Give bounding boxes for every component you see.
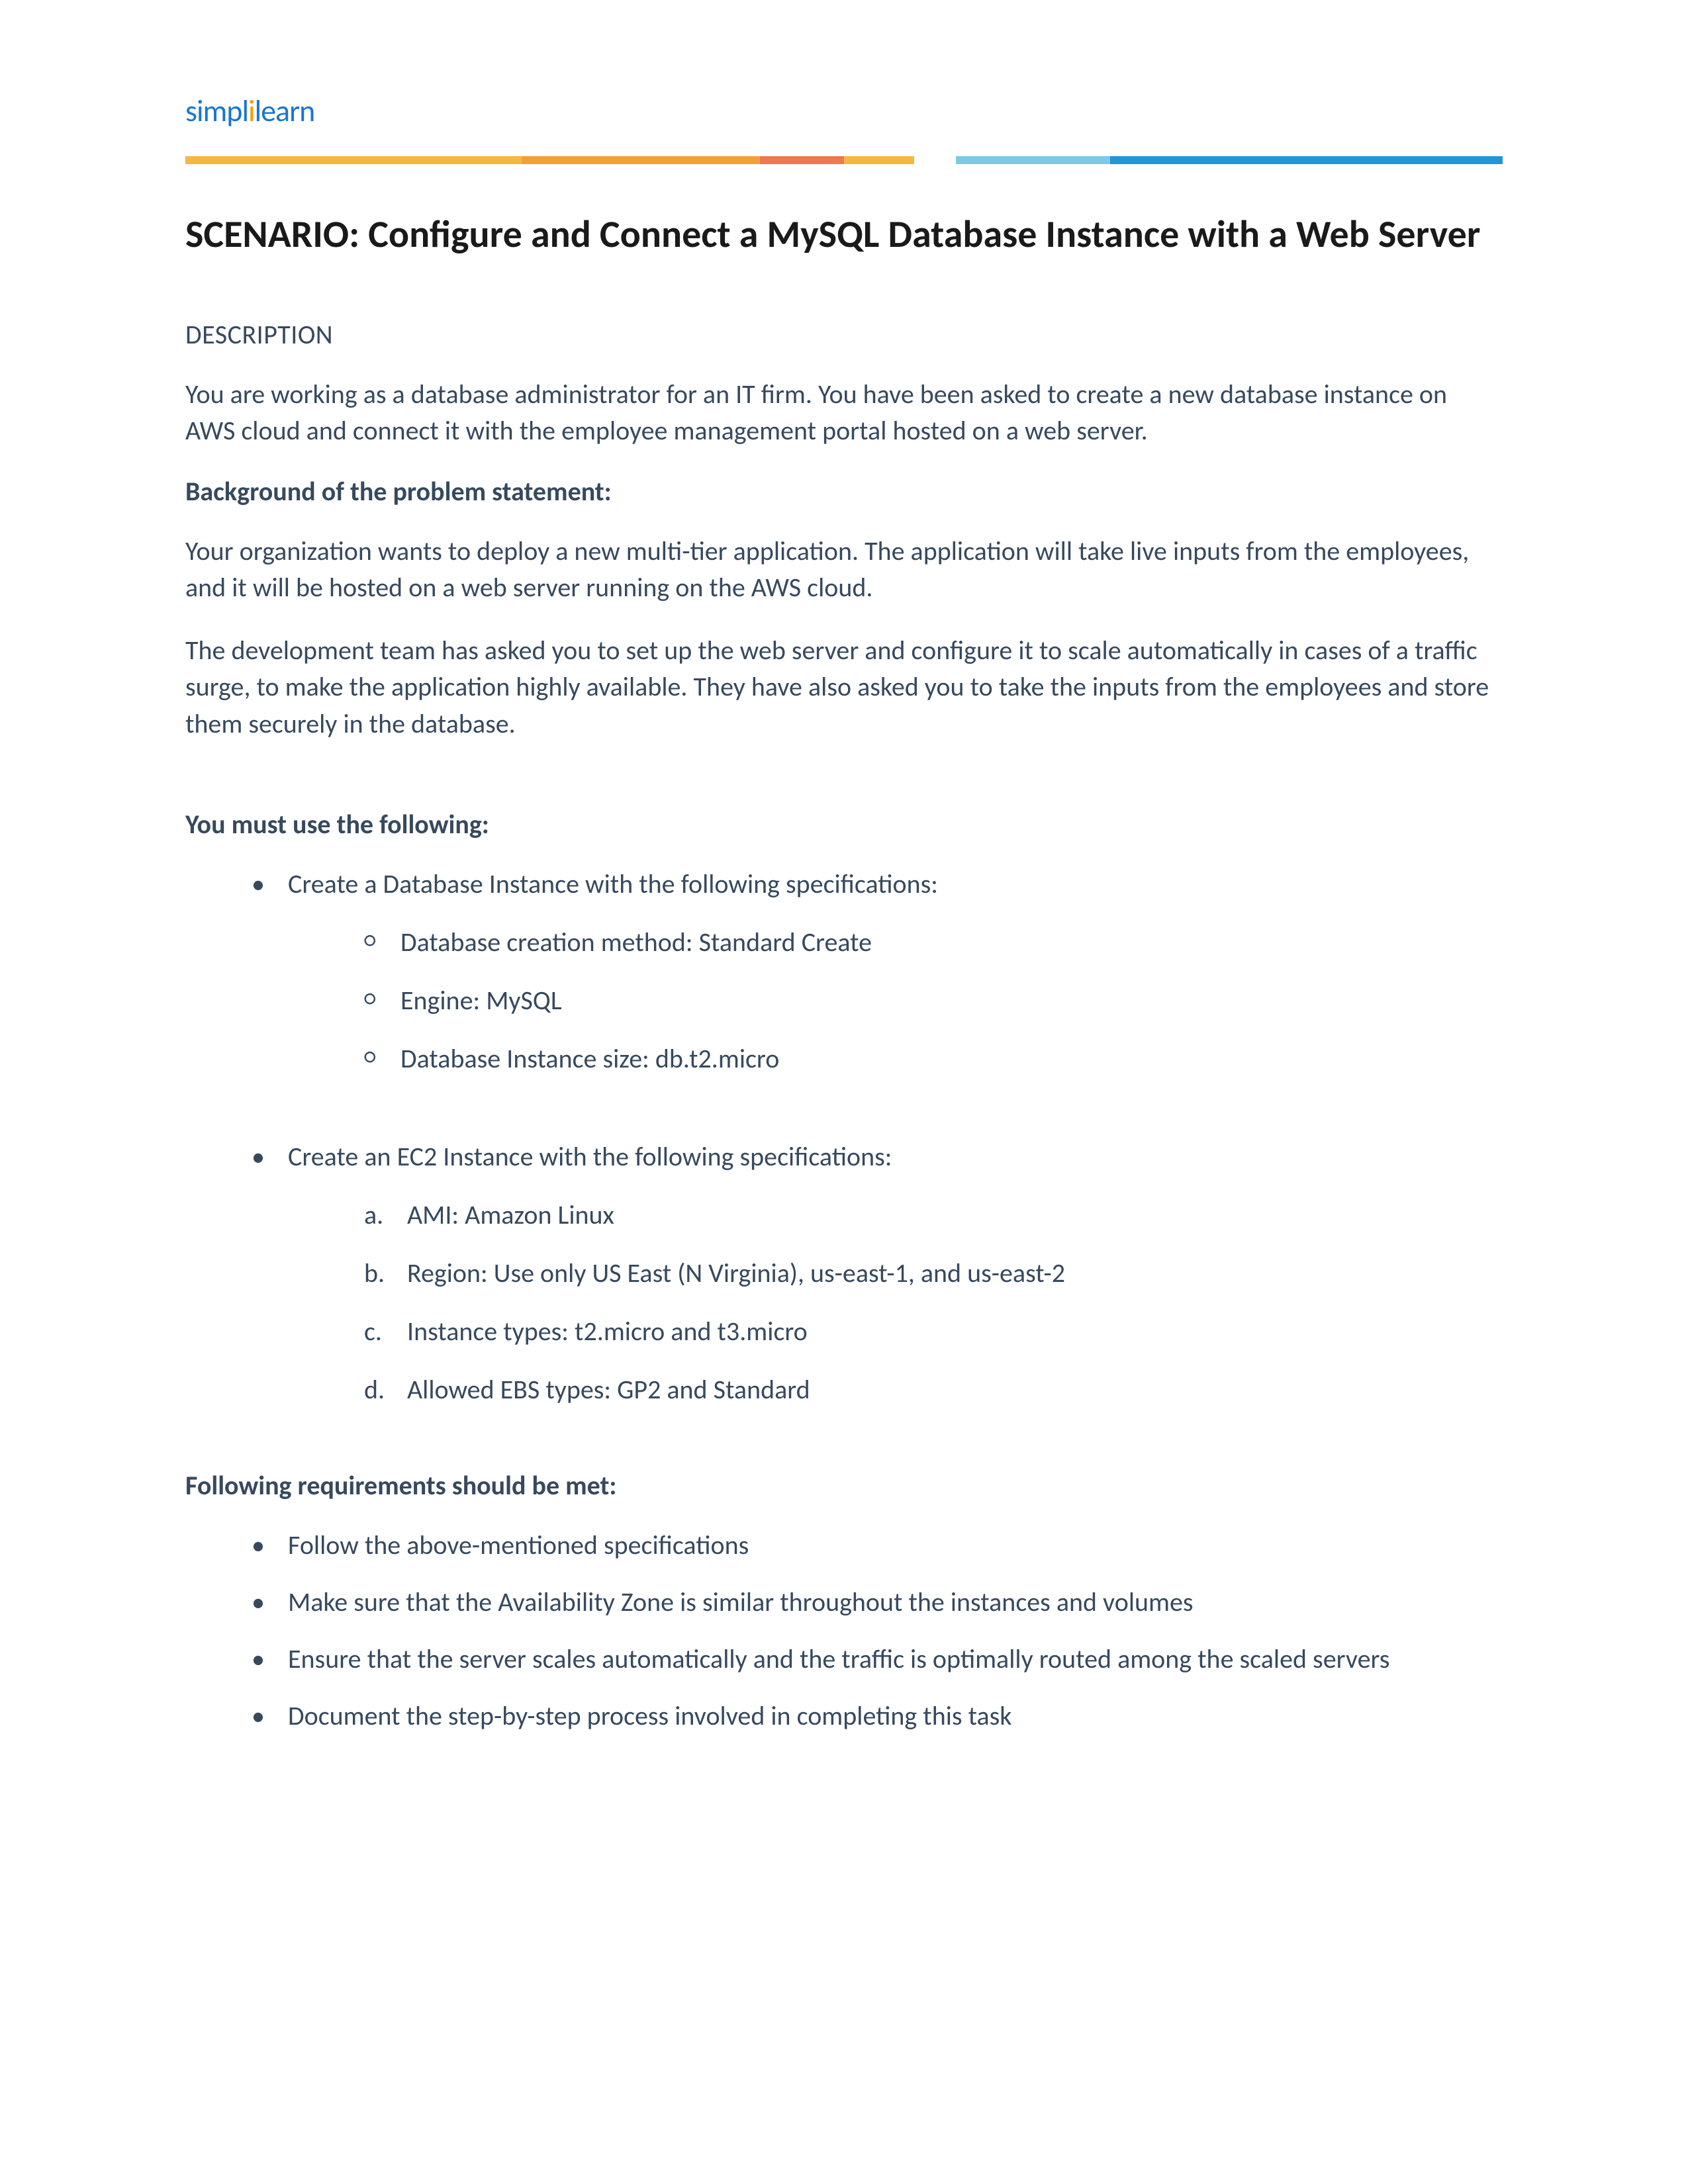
logo-part-simpl: simpl [185, 93, 248, 130]
logo-part-learn: learn [255, 93, 315, 130]
list-item: Create a Database Instance with the foll… [252, 866, 1503, 1077]
document-page: simplilearn SCENARIO: Configure and Conn… [0, 0, 1688, 1887]
db-instance-intro: Create a Database Instance with the foll… [288, 868, 938, 900]
bar-segment [1110, 156, 1503, 164]
list-item: Engine: MySQL [364, 982, 1503, 1019]
description-text: You are working as a database administra… [185, 376, 1503, 449]
list-item: Follow the above-mentioned specification… [252, 1527, 1503, 1564]
bar-segment [522, 156, 760, 164]
list-item: b.Region: Use only US East (N Virginia),… [364, 1255, 1503, 1292]
bar-segment [844, 156, 914, 164]
list-item: a.AMI: Amazon Linux [364, 1197, 1503, 1234]
must-use-list: Create a Database Instance with the foll… [185, 866, 1503, 1077]
ec2-list: Create an EC2 Instance with the followin… [185, 1138, 1503, 1408]
brand-color-bar [185, 156, 1503, 164]
bar-gap [914, 156, 957, 164]
background-heading: Background of the problem statement: [185, 475, 1503, 508]
requirements-heading: Following requirements should be met: [185, 1469, 1503, 1502]
ec2-instance-intro: Create an EC2 Instance with the followin… [288, 1140, 892, 1173]
description-heading: DESCRIPTION [185, 318, 1503, 351]
ec2-specs-list: a.AMI: Amazon Linux b.Region: Use only U… [288, 1197, 1503, 1408]
bar-segment [956, 156, 1110, 164]
list-item: d.Allowed EBS types: GP2 and Standard [364, 1371, 1503, 1408]
db-specs-list: Database creation method: Standard Creat… [288, 924, 1503, 1077]
list-item: Database Instance size: db.t2.micro [364, 1040, 1503, 1077]
background-para-2: The development team has asked you to se… [185, 632, 1503, 742]
list-item: Make sure that the Availability Zone is … [252, 1584, 1503, 1621]
bar-segment [760, 156, 844, 164]
must-use-heading: You must use the following: [185, 808, 1503, 841]
list-item: Document the step-by-step process involv… [252, 1698, 1503, 1735]
bar-segment [185, 156, 522, 164]
list-item: Database creation method: Standard Creat… [364, 924, 1503, 961]
logo-part-i: i [248, 93, 255, 130]
requirements-list: Follow the above-mentioned specification… [185, 1527, 1503, 1735]
list-item: Ensure that the server scales automatica… [252, 1641, 1503, 1678]
list-item: c.Instance types: t2.micro and t3.micro [364, 1313, 1503, 1350]
background-para-1: Your organization wants to deploy a new … [185, 533, 1503, 606]
page-title: SCENARIO: Configure and Connect a MySQL … [185, 210, 1503, 259]
brand-logo: simplilearn [185, 93, 1503, 130]
list-item: Create an EC2 Instance with the followin… [252, 1138, 1503, 1408]
